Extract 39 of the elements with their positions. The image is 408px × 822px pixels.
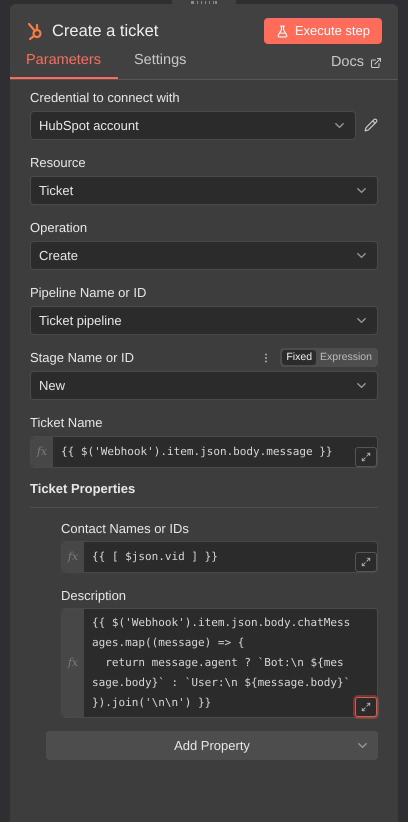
select-field[interactable]: Ticket [30, 176, 378, 205]
expand-icon [361, 557, 371, 568]
field-label: Description [61, 586, 126, 605]
field-label: Resource [30, 154, 86, 172]
select-field[interactable]: HubSpot account [30, 110, 356, 140]
field-label: Pipeline Name or ID [30, 284, 146, 302]
mode-option[interactable]: Expression [316, 350, 376, 366]
expression-text: {{ $('Webhook').item.json.body.chatMessages.map((message) => { return message.agent ? `Bot:\n ${message.body}` : `User:\n ${message.body}` }).join('\n\n') }} [91, 615, 350, 712]
field-label: Operation [30, 219, 88, 237]
expression-text: {{ [ $json.vid ] }} [91, 549, 219, 566]
tab[interactable]: Parameters [10, 50, 118, 79]
field-label: Credential to connect with [30, 89, 180, 107]
field-label: Contact Names or IDs [61, 520, 189, 538]
node-title: Create a ticket [52, 20, 158, 42]
expand-icon [361, 702, 371, 712]
tab[interactable]: Settings [118, 50, 202, 79]
select-field[interactable]: Create [30, 240, 378, 270]
docs-link[interactable]: Docs [330, 52, 382, 77]
select-value: New [39, 376, 66, 394]
flask-icon [276, 24, 289, 38]
select-value: Create [39, 246, 78, 264]
external-link-icon [370, 56, 382, 69]
expand-button[interactable] [355, 446, 377, 467]
field-label: Stage Name or ID [30, 349, 134, 367]
add-property-button[interactable]: Add Property [46, 731, 378, 760]
field-label: Ticket Name [30, 414, 102, 432]
pencil-icon[interactable] [364, 118, 378, 132]
select-field[interactable]: New [30, 370, 378, 400]
hub-logo-icon [26, 21, 44, 41]
expand-button[interactable] [355, 697, 377, 718]
select-value: Ticket [39, 182, 74, 200]
expand-icon [361, 452, 371, 462]
expand-button[interactable] [355, 552, 377, 572]
select-field[interactable]: Ticket pipeline [30, 306, 378, 335]
select-value: Ticket pipeline [39, 312, 122, 330]
expression-text: {{ $('Webhook').item.json.body.message }} [60, 444, 334, 460]
section-title: Ticket Properties [30, 478, 378, 508]
select-value: HubSpot account [39, 116, 139, 135]
mode-option[interactable]: Fixed [282, 350, 316, 366]
